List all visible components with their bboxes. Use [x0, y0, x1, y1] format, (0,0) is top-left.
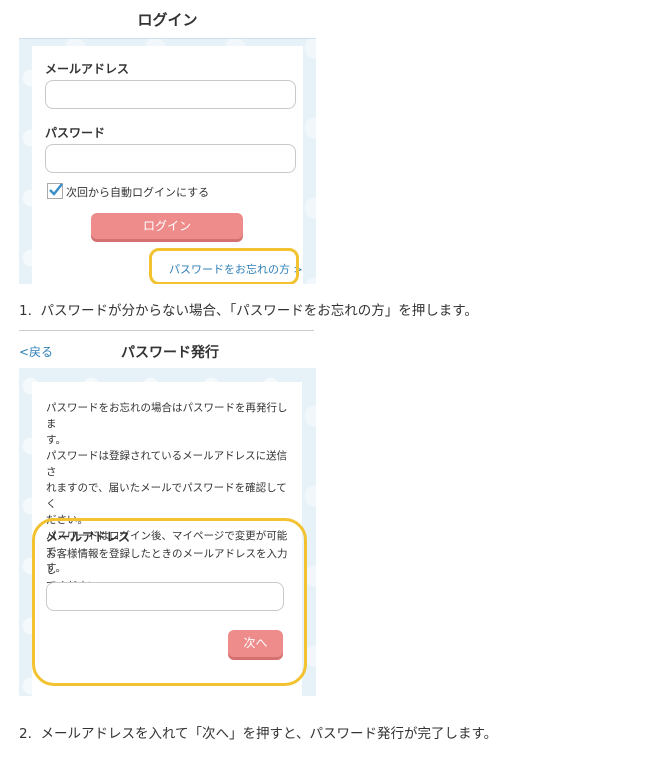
login-screenshot: ログイン メールアドレス パスワード 次回から自動ログインにする ログイン パス… [19, 0, 316, 284]
password-field[interactable] [45, 144, 296, 173]
intro-line: れますので、届いたメールでパスワードを確認してく [46, 482, 287, 510]
reissue-screenshot: パスワードをお忘れの場合はパスワードを再発行しま す。 パスワードは登録されてい… [19, 368, 316, 696]
email-field[interactable] [45, 80, 296, 109]
auto-login-label: 次回から自動ログインにする [66, 186, 210, 199]
step1-caption: 1. パスワードが分からない場合、「パスワードをお忘れの方」を押します。 [19, 303, 478, 319]
intro-line: す。 [46, 434, 66, 446]
auto-login-checkbox[interactable] [47, 183, 63, 199]
email-label: メールアドレス [45, 62, 130, 76]
reissue-title: パスワード発行 [121, 345, 219, 361]
forgot-password-highlight [149, 248, 299, 284]
login-title-bar: ログイン [19, 0, 316, 39]
checkmark-icon [49, 183, 63, 196]
back-link[interactable]: <戻る [19, 343, 53, 360]
login-button[interactable]: ログイン [91, 213, 243, 239]
email-section-highlight [32, 518, 307, 686]
intro-line: パスワードは登録されているメールアドレスに送信さ [46, 450, 288, 478]
login-title: ログイン [137, 11, 198, 29]
intro-line: パスワードをお忘れの場合はパスワードを再発行しま [46, 402, 288, 430]
password-label: パスワード [45, 126, 106, 140]
step2-caption: 2. メールアドレスを入れて「次へ」を押すと、パスワード発行が完了します。 [19, 726, 498, 742]
divider [19, 330, 314, 331]
